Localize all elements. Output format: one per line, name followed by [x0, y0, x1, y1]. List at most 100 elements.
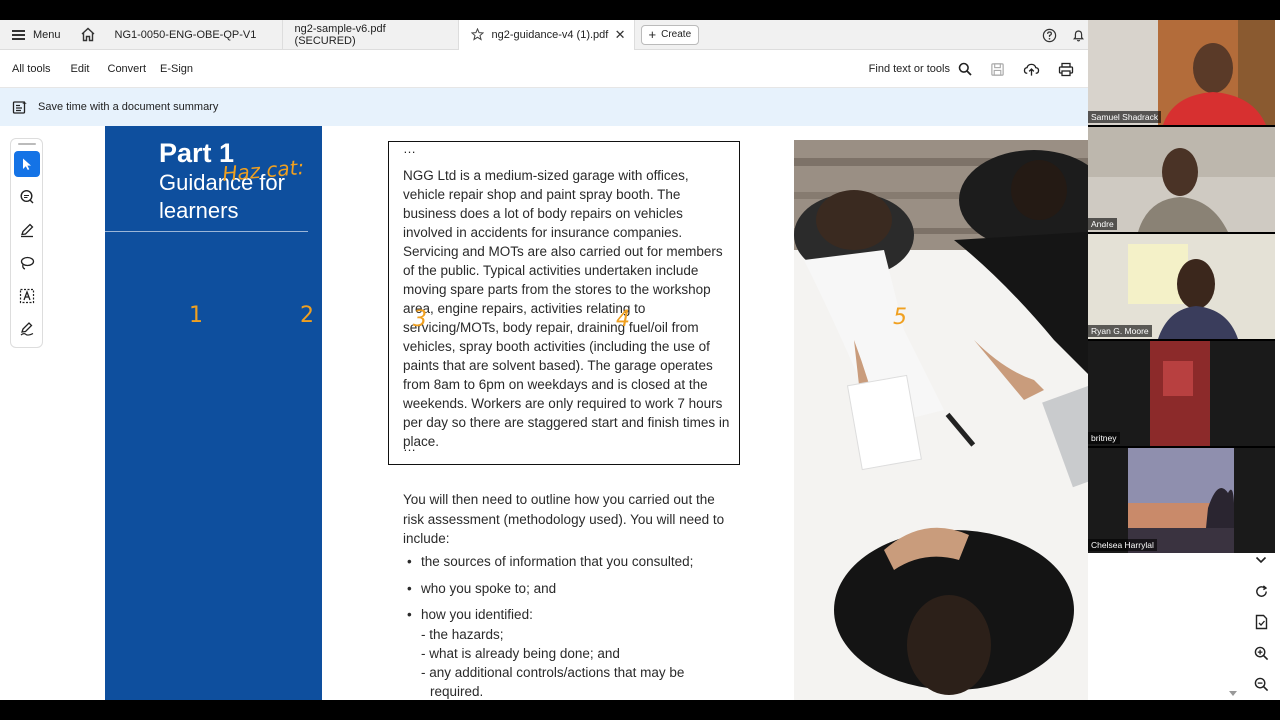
help-icon[interactable]	[1042, 28, 1057, 43]
bullet-dot: •	[407, 581, 412, 596]
bullet-text: the sources of information that you cons…	[421, 554, 694, 569]
plus-icon: +	[648, 26, 657, 42]
lasso-icon	[20, 256, 35, 270]
participant-video	[1088, 341, 1275, 446]
participant-video	[1088, 448, 1275, 553]
highlight-tool-button[interactable]	[14, 217, 40, 243]
meeting-illustration	[794, 140, 1088, 700]
participant-name: Chelsea Harrylal	[1088, 539, 1157, 551]
close-tab-icon[interactable]: ✕	[615, 27, 626, 43]
esign-button[interactable]: E-Sign	[158, 63, 205, 75]
create-label: Create	[661, 29, 692, 40]
bullet-text: how you identified:	[421, 607, 533, 622]
pen-highlight-icon	[21, 223, 34, 238]
toolbar-actions: Find text or tools	[869, 50, 1074, 88]
sign-tool-button[interactable]	[14, 316, 40, 342]
rail-grip[interactable]	[18, 143, 36, 145]
case-study-text: NGG Ltd is a medium-sized garage with of…	[403, 168, 730, 449]
participant-name: britney	[1088, 432, 1120, 444]
bullet-dot: •	[407, 554, 412, 569]
part-heading-panel: Part 1 Guidance for learners	[105, 126, 322, 700]
search-icon	[958, 62, 972, 76]
participant-tile[interactable]: Andre	[1088, 127, 1275, 232]
chevron-down-icon	[1255, 556, 1267, 564]
tab-ng2-sample[interactable]: ng2-sample-v6.pdf (SECURED)	[283, 20, 459, 50]
summary-icon	[12, 100, 27, 114]
participant-tile[interactable]: Ryan G. Moore	[1088, 234, 1275, 339]
participant-video	[1088, 20, 1275, 125]
quick-tools-rail	[10, 138, 43, 348]
convert-button[interactable]: Convert	[102, 63, 159, 75]
zoom-out-button[interactable]	[1252, 675, 1270, 693]
cloud-upload-icon[interactable]	[1023, 62, 1040, 77]
participant-tile[interactable]: Chelsea Harrylal	[1088, 448, 1275, 553]
sub-list-item: - what is already being done; and	[421, 646, 620, 661]
comment-icon	[20, 189, 34, 204]
divider	[105, 231, 308, 232]
text-tool-button[interactable]	[14, 283, 40, 309]
edit-button[interactable]: Edit	[63, 63, 102, 75]
tab-bar: Menu NG1-0050-ENG-OBE-QP-V1 ng2-sample-v…	[0, 20, 1088, 50]
participant-tile[interactable]: Samuel Shadrack	[1088, 20, 1275, 125]
find-text-or-tools[interactable]: Find text or tools	[869, 62, 972, 76]
participant-tile[interactable]: britney	[1088, 341, 1275, 446]
scrollbar[interactable]	[1227, 545, 1239, 700]
part-title: Part 1	[159, 138, 235, 168]
tab-bar-actions	[1042, 20, 1088, 50]
bullet-text: who you spoke to; and	[421, 581, 557, 596]
rotate-icon	[1255, 584, 1267, 597]
sub-list-item: - the hazards;	[421, 627, 504, 642]
video-call-participants: Samuel Shadrack Andre Ryan G. Moore brit…	[1088, 20, 1275, 553]
rotate-button[interactable]	[1252, 582, 1270, 600]
page-thumbnails-button[interactable]	[1252, 613, 1270, 631]
left-tool-panel	[0, 126, 105, 700]
menu-button[interactable]: Menu	[0, 20, 73, 50]
tab-label: ng2-guidance-v4 (1).pdf	[491, 28, 609, 41]
sub-list-item: required.	[430, 684, 484, 699]
meeting-photo	[794, 140, 1088, 700]
zoom-in-button[interactable]	[1252, 644, 1270, 662]
scroll-down-arrow-icon[interactable]	[1228, 690, 1238, 698]
print-icon[interactable]	[1058, 62, 1074, 77]
ellipsis-bottom: …	[403, 439, 416, 454]
sub-list-item: - any additional controls/actions that m…	[421, 665, 685, 680]
participant-video	[1088, 234, 1275, 339]
hamburger-icon	[12, 29, 25, 40]
tab-label: NG1-0050-ENG-OBE-QP-V1	[114, 28, 257, 41]
participant-name: Ryan G. Moore	[1088, 325, 1152, 337]
select-tool-button[interactable]	[14, 151, 40, 177]
all-tools-button[interactable]: All tools	[0, 63, 63, 75]
participant-video	[1088, 127, 1275, 232]
main-toolbar: All tools Edit Convert E-Sign Find text …	[0, 50, 1088, 88]
part-subtitle: Guidance for learners	[159, 170, 285, 223]
cursor-icon	[23, 158, 31, 170]
tab-ng2-guidance[interactable]: ng2-guidance-v4 (1).pdf ✕	[458, 20, 635, 50]
participant-name: Andre	[1088, 218, 1117, 230]
pdf-document-page[interactable]: Part 1 Guidance for learners … NGG Ltd i…	[105, 126, 1088, 700]
collapse-button[interactable]	[1252, 551, 1270, 569]
summary-banner-text: Save time with a document summary	[38, 101, 219, 113]
text-box-icon	[19, 288, 35, 304]
home-button[interactable]	[73, 20, 103, 50]
zoom-in-icon	[1254, 646, 1268, 660]
case-study-box: … NGG Ltd is a medium-sized garage with …	[388, 141, 740, 465]
ellipsis-top: …	[403, 141, 416, 156]
find-label: Find text or tools	[868, 63, 950, 75]
instruction-paragraph: You will then need to outline how you ca…	[403, 492, 725, 546]
star-icon[interactable]	[470, 28, 484, 41]
page-icon	[1255, 614, 1267, 630]
home-icon	[81, 27, 95, 42]
right-side-panel	[1240, 545, 1280, 700]
sign-pen-icon	[20, 322, 34, 336]
tab-ng1-0050[interactable]: NG1-0050-ENG-OBE-QP-V1	[103, 20, 283, 50]
draw-tool-button[interactable]	[14, 250, 40, 276]
participant-name: Samuel Shadrack	[1088, 111, 1162, 123]
pdf-viewer-window: Menu NG1-0050-ENG-OBE-QP-V1 ng2-sample-v…	[0, 20, 1280, 700]
create-button[interactable]: + Create	[640, 24, 700, 45]
tab-label: ng2-sample-v6.pdf (SECURED)	[294, 22, 386, 47]
notification-bell-icon[interactable]	[1071, 28, 1086, 43]
comment-tool-button[interactable]	[14, 184, 40, 210]
zoom-out-icon	[1254, 677, 1268, 691]
save-icon[interactable]	[990, 62, 1005, 77]
document-summary-banner[interactable]: Save time with a document summary	[0, 88, 1088, 126]
